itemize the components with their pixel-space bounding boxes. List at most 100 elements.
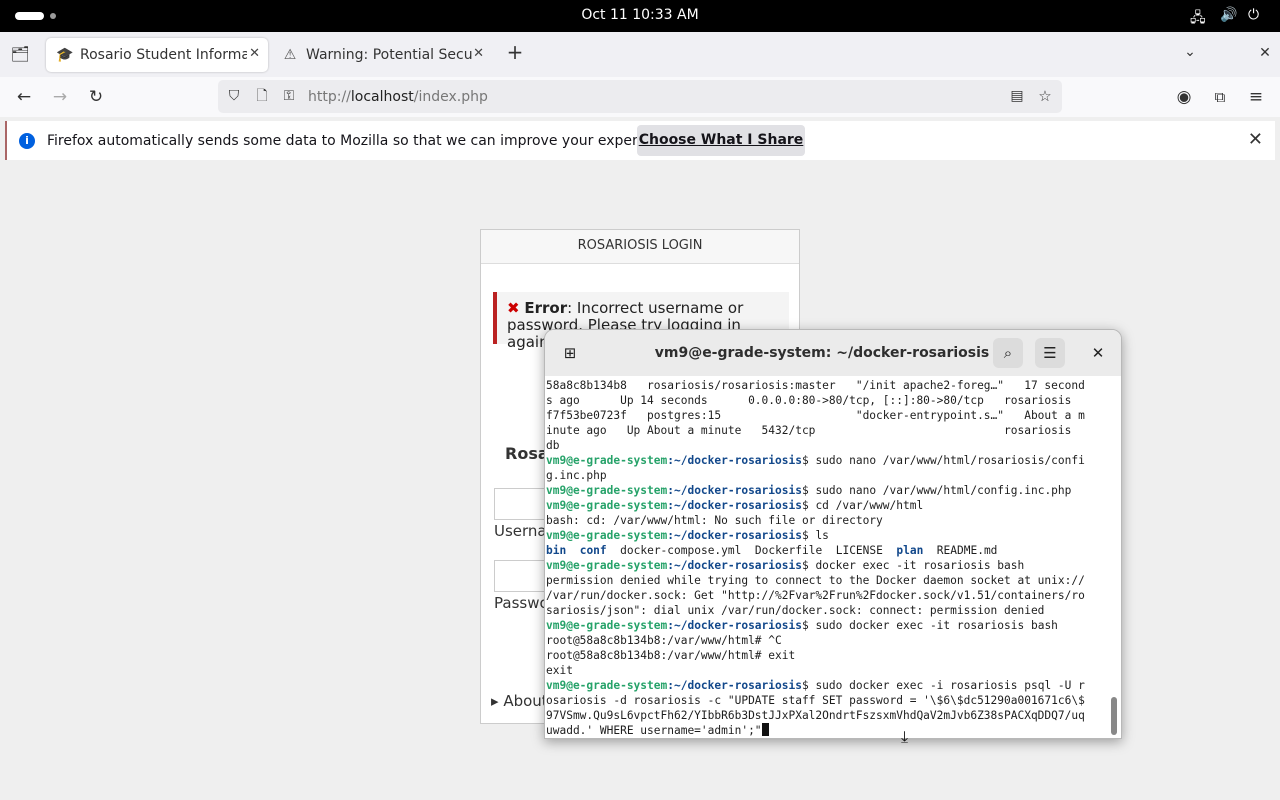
key-icon[interactable]: ⚿ — [277, 84, 301, 108]
terminal-line: vm9@e-grade-system:~/docker-rosariosis$ … — [546, 453, 1111, 468]
file-name: LICENSE — [835, 544, 883, 557]
choose-what-i-share-button[interactable]: Choose What I Share — [637, 125, 805, 156]
command-text: $ sudo docker exec -i rosariosis psql -U… — [801, 679, 1085, 692]
close-icon[interactable]: ✕ — [249, 46, 260, 61]
back-icon[interactable]: ← — [12, 85, 36, 109]
search-icon[interactable]: ⌕ — [993, 338, 1023, 368]
menu-icon[interactable]: ≡ — [1244, 85, 1268, 109]
command-text: $ sudo nano /var/www/html/rosariosis/con… — [801, 454, 1085, 467]
prompt-user: vm9@e-grade-system — [546, 559, 668, 572]
prompt-path: :~/docker-rosariosis — [667, 454, 802, 467]
username-label: Userna — [494, 522, 547, 540]
account-icon[interactable]: ◉ — [1172, 85, 1196, 109]
terminal-line: 97VSmw.Qu9sL6vpctFh62/YIbbR6b3DstJJxPXal… — [546, 708, 1111, 723]
terminal-line: vm9@e-grade-system:~/docker-rosariosis$ … — [546, 528, 1111, 543]
terminal-output[interactable]: 58a8c8b134b8 rosariosis/rosariosis:maste… — [546, 378, 1111, 738]
terminal-cursor — [761, 723, 769, 736]
file-name: Dockerfile — [754, 544, 823, 557]
volume-icon[interactable]: 🔊 — [1220, 7, 1237, 23]
command-text: $ sudo docker exec -it rosariosis bash — [801, 619, 1058, 632]
prompt-path: :~/docker-rosariosis — [667, 529, 802, 542]
terminal-line: 58a8c8b134b8 rosariosis/rosariosis:maste… — [546, 378, 1111, 393]
prompt-path: :~/docker-rosariosis — [667, 499, 802, 512]
prompt-user: vm9@e-grade-system — [546, 619, 668, 632]
new-tab-icon[interactable]: + — [503, 40, 527, 64]
file-name: docker-compose.yml — [620, 544, 742, 557]
clock[interactable]: Oct 11 10:33 AM — [0, 7, 1280, 23]
file-name: README.md — [936, 544, 998, 557]
terminal-line: bash: cd: /var/www/html: No such file or… — [546, 513, 1111, 528]
reader-view-icon[interactable]: ▤ — [1005, 84, 1029, 108]
graduation-cap-icon: 🎓 — [56, 47, 74, 63]
command-text: $ docker exec -it rosariosis bash — [801, 559, 1025, 572]
terminal-line: osariosis -d rosariosis -c "UPDATE staff… — [546, 693, 1111, 708]
command-text: $ sudo nano /var/www/html/config.inc.php — [801, 484, 1072, 497]
terminal-line: sariosis/json": dial unix /var/run/docke… — [546, 603, 1111, 618]
prompt-path: :~/docker-rosariosis — [667, 484, 802, 497]
terminal-line: permission denied while trying to connec… — [546, 573, 1111, 588]
terminal-line: root@58a8c8b134b8:/var/www/html# exit — [546, 648, 1111, 663]
terminal-titlebar[interactable]: ⊞ vm9@e-grade-system: ~/docker-rosariosi… — [545, 330, 1121, 376]
terminal-line: s ago Up 14 seconds 0.0.0.0:80->80/tcp, … — [546, 393, 1111, 408]
terminal-line: g.inc.php — [546, 468, 1111, 483]
output-text: permission denied while trying to connec… — [546, 574, 1085, 587]
terminal-line: vm9@e-grade-system:~/docker-rosariosis$ … — [546, 678, 1111, 693]
page-icon[interactable]: 🗋 — [250, 84, 274, 108]
about-toggle[interactable]: ▸ About — [491, 692, 548, 710]
tab-overview-icon[interactable]: 🗂 — [8, 42, 32, 66]
bookmark-star-icon[interactable]: ☆ — [1033, 84, 1057, 108]
terminal-line: vm9@e-grade-system:~/docker-rosariosis$ … — [546, 558, 1111, 573]
extensions-icon[interactable]: ⧉ — [1208, 85, 1232, 109]
info-icon: i — [19, 132, 35, 149]
prompt-user: vm9@e-grade-system — [546, 454, 668, 467]
list-all-tabs-icon[interactable]: ⌄ — [1178, 40, 1202, 64]
forward-icon[interactable]: → — [48, 85, 72, 109]
terminal-line: vm9@e-grade-system:~/docker-rosariosis$ … — [546, 498, 1111, 513]
terminal-window[interactable]: ⊞ vm9@e-grade-system: ~/docker-rosariosi… — [544, 329, 1122, 739]
close-icon[interactable]: ✕ — [473, 46, 484, 61]
terminal-line: db — [546, 438, 1111, 453]
command-text: $ ls — [801, 529, 829, 542]
close-icon[interactable]: ✕ — [1248, 129, 1263, 150]
close-icon[interactable]: ✕ — [1083, 338, 1113, 368]
network-icon[interactable]: 🖧 — [1190, 7, 1206, 31]
tab-warning[interactable]: ⚠ Warning: Potential Securi ✕ — [272, 38, 492, 72]
tab-label: Warning: Potential Securi — [306, 47, 473, 63]
notification-text: Firefox automatically sends some data to… — [47, 132, 680, 149]
prompt-user: vm9@e-grade-system — [546, 484, 668, 497]
output-text: exit — [546, 664, 573, 677]
output-text: sariosis/json": dial unix /var/run/docke… — [546, 604, 1045, 617]
shield-icon[interactable]: ⛉ — [222, 84, 246, 108]
password-label: Passwo — [494, 594, 549, 612]
directory-name: conf — [579, 544, 607, 557]
terminal-line: vm9@e-grade-system:~/docker-rosariosis$ … — [546, 618, 1111, 633]
close-window-icon[interactable]: ✕ — [1253, 41, 1277, 65]
output-text: /var/run/docker.sock: Get "http://%2Fvar… — [546, 589, 1085, 602]
output-text: db — [546, 439, 560, 452]
prompt-path: :~/docker-rosariosis — [667, 619, 802, 632]
reload-icon[interactable]: ↻ — [84, 85, 108, 109]
output-text: g.inc.php — [546, 469, 607, 482]
terminal-line: inute ago Up About a minute 5432/tcp ros… — [546, 423, 1111, 438]
prompt-user: vm9@e-grade-system — [546, 529, 668, 542]
terminal-line: bin conf docker-compose.yml Dockerfile L… — [546, 543, 1111, 558]
terminal-scrollbar[interactable] — [1111, 697, 1117, 735]
output-text: 97VSmw.Qu9sL6vpctFh62/YIbbR6b3DstJJxPXal… — [546, 709, 1085, 722]
telemetry-notification: i Firefox automatically sends some data … — [5, 121, 1275, 160]
output-text: bash: cd: /var/www/html: No such file or… — [546, 514, 883, 527]
prompt-user: vm9@e-grade-system — [546, 499, 668, 512]
navigation-bar: ← → ↻ ⛉ 🗋 ⚿ http://localhost/index.php ▤… — [0, 77, 1280, 117]
directory-name: plan — [896, 544, 924, 557]
terminal-line: f7f53be0723f postgres:15 "docker-entrypo… — [546, 408, 1111, 423]
tab-rosario[interactable]: 🎓 Rosario Student Informati ✕ — [46, 38, 268, 72]
output-text: uwadd.' WHERE username='admin';" — [546, 724, 762, 737]
power-icon[interactable]: ⏻ — [1248, 7, 1259, 23]
terminal-line: root@58a8c8b134b8:/var/www/html# ^C — [546, 633, 1111, 648]
directory-name: bin — [546, 544, 567, 557]
hamburger-menu-icon[interactable]: ☰ — [1035, 338, 1065, 368]
output-text: root@58a8c8b134b8:/var/www/html# exit — [546, 649, 796, 662]
output-text: s ago Up 14 seconds 0.0.0.0:80->80/tcp, … — [546, 394, 1072, 407]
prompt-path: :~/docker-rosariosis — [667, 559, 802, 572]
url-bar[interactable]: ⛉ 🗋 ⚿ http://localhost/index.php ▤ ☆ — [218, 80, 1062, 113]
url-text[interactable]: http://localhost/index.php — [308, 89, 488, 105]
